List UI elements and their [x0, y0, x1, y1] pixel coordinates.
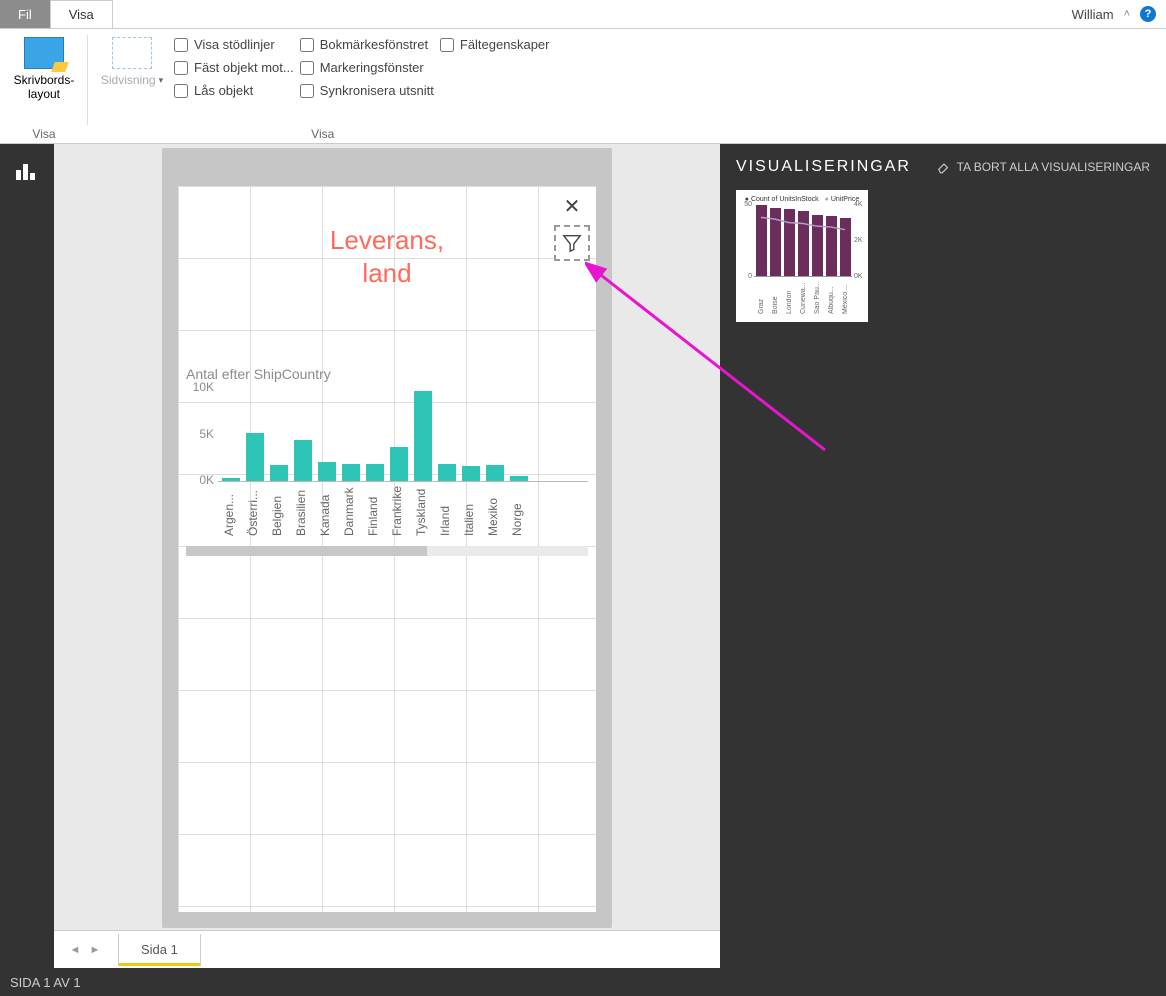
filter-button[interactable]: [554, 225, 590, 261]
bar[interactable]: [414, 391, 432, 481]
status-text: SIDA 1 AV 1: [10, 975, 81, 990]
page-view-icon: [112, 37, 152, 69]
x-label: Belgien: [270, 486, 288, 536]
bar[interactable]: [438, 464, 456, 481]
bar[interactable]: [294, 440, 312, 481]
check-bokmarken[interactable]: Bokmärkesfönstret: [300, 37, 434, 52]
x-label: Norge: [510, 486, 528, 536]
ribbon: Skrivbords- layout Visa Sidvisning▾ Visa…: [0, 28, 1166, 144]
page-tab-1[interactable]: Sida 1: [118, 934, 201, 966]
bar[interactable]: [246, 433, 264, 481]
tab-visa[interactable]: Visa: [50, 0, 113, 28]
bar[interactable]: [222, 478, 240, 481]
bar[interactable]: [318, 462, 336, 481]
bar[interactable]: [462, 466, 480, 481]
collapse-ribbon-icon[interactable]: ˄: [1124, 8, 1130, 20]
x-label: Italien: [462, 486, 480, 536]
vis-panel-title: VISUALISERINGAR: [736, 158, 911, 176]
chart-title: Antal efter ShipCountry: [186, 366, 588, 382]
bar[interactable]: [270, 465, 288, 481]
remove-all-visuals-button[interactable]: TA BORT ALLA VISUALISERINGAR: [937, 160, 1150, 174]
visualizations-panel: VISUALISERINGAR TA BORT ALLA VISUALISERI…: [720, 144, 1166, 968]
x-label: Irland: [438, 486, 456, 536]
x-label: Brasilien: [294, 486, 312, 536]
bar[interactable]: [342, 464, 360, 481]
bar[interactable]: [486, 465, 504, 481]
phone-screen[interactable]: ✕ Leverans, land Antal efter ShipCountry: [178, 186, 596, 912]
left-rail: [0, 144, 54, 968]
check-las-objekt[interactable]: Lås objekt: [174, 83, 294, 98]
titlebar: Fil Visa William ˄ ?: [0, 0, 1166, 28]
desktop-layout-icon: [24, 37, 64, 69]
x-label: Argen...: [222, 486, 240, 536]
next-page-icon[interactable]: ►: [88, 943, 102, 957]
prev-page-icon[interactable]: ◄: [68, 943, 82, 957]
x-label: Frankrike: [390, 486, 408, 536]
skrivbordslayout-button[interactable]: Skrivbords- layout: [8, 33, 80, 101]
page-tabs: ◄ ► Sida 1: [54, 930, 720, 968]
bar-chart[interactable]: Antal efter ShipCountry 10K 5K 0K Argen.…: [186, 366, 588, 556]
user-name: William: [1072, 7, 1114, 22]
sidvisning-button[interactable]: Sidvisning▾: [96, 33, 168, 87]
help-icon[interactable]: ?: [1140, 6, 1156, 22]
phone-frame: ✕ Leverans, land Antal efter ShipCountry: [162, 148, 612, 928]
chart-scrollbar[interactable]: [186, 546, 588, 556]
x-label: Danmark: [342, 486, 360, 536]
x-axis: Argen... Österri... Belgien Brasilien Kanada…: [222, 482, 588, 536]
chart-plot: 10K 5K 0K: [218, 386, 588, 482]
x-label: Österri...: [246, 486, 264, 536]
bar[interactable]: [366, 464, 384, 481]
check-fast-objekt[interactable]: Fäst objekt mot...: [174, 60, 294, 75]
bar[interactable]: [510, 476, 528, 481]
main-area: ✕ Leverans, land Antal efter ShipCountry: [0, 144, 1166, 968]
chevron-down-icon: ▾: [159, 75, 164, 85]
thumb-line: [754, 205, 852, 276]
visual-thumbnail[interactable]: Count of UnitsInStock UnitPrice 500 4K2K…: [736, 190, 868, 322]
x-label: Mexiko: [486, 486, 504, 536]
check-faltegenskaper[interactable]: Fältegenskaper: [440, 37, 550, 52]
report-view-icon[interactable]: [16, 162, 38, 180]
check-visa-stodlinjer[interactable]: Visa stödlinjer: [174, 37, 294, 52]
check-markering[interactable]: Markeringsfönster: [300, 60, 434, 75]
ribbon-group-visa-1: Visa: [8, 125, 80, 141]
x-label: Kanada: [318, 486, 336, 536]
tab-fil[interactable]: Fil: [0, 0, 50, 28]
status-bar: SIDA 1 AV 1: [0, 968, 1166, 996]
canvas-area: ✕ Leverans, land Antal efter ShipCountry: [54, 144, 720, 968]
thumb-legend: Count of UnitsInStock UnitPrice: [742, 196, 862, 203]
close-icon[interactable]: ✕: [562, 192, 583, 221]
check-synkronisera[interactable]: Synkronisera utsnitt: [300, 83, 434, 98]
eraser-icon: [937, 160, 951, 174]
bar[interactable]: [390, 447, 408, 481]
ribbon-group-visa-2: Visa: [96, 125, 550, 141]
filter-icon: [561, 232, 583, 254]
y-axis: 10K 5K 0K: [186, 380, 214, 487]
x-label: Tyskland: [414, 486, 432, 536]
x-label: Finland: [366, 486, 384, 536]
